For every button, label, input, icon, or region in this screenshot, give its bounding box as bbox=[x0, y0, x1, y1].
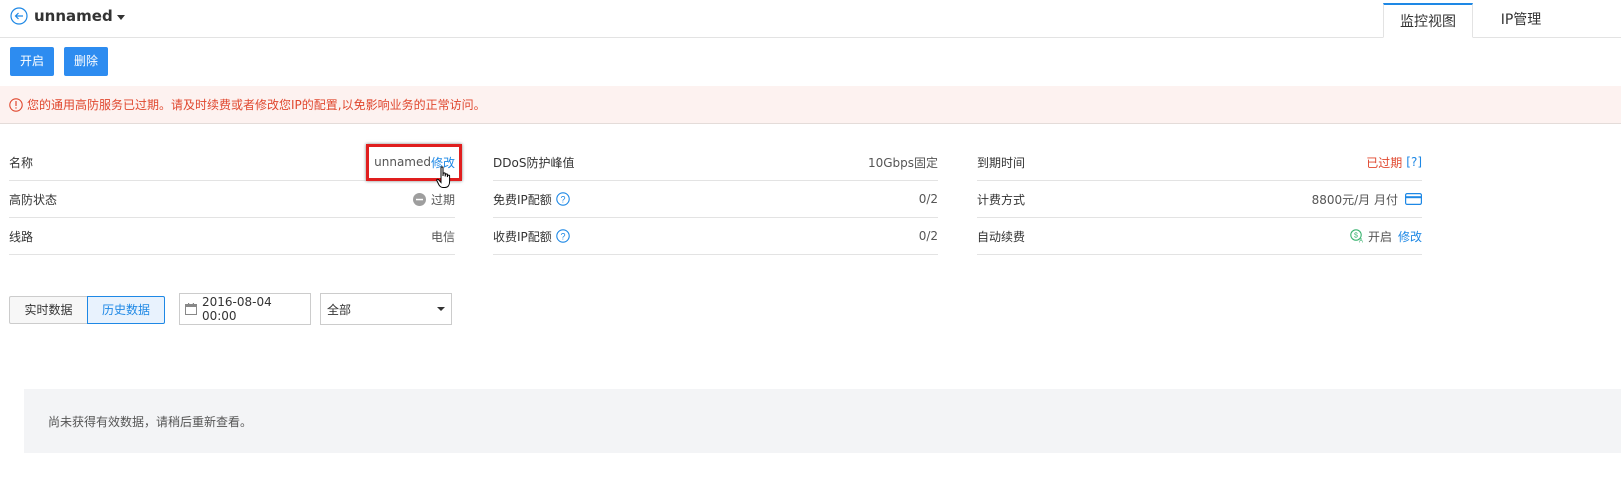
free-ip-value: 0/2 bbox=[918, 192, 938, 206]
filter-select[interactable]: 全部 bbox=[320, 293, 452, 325]
free-ip-label: 免费IP配额 bbox=[493, 192, 552, 207]
billing-label: 计费方式 bbox=[977, 192, 1026, 207]
info-row-line: 线路 电信 bbox=[9, 218, 455, 255]
tab-ip-management[interactable]: IP管理 bbox=[1473, 3, 1569, 38]
info-row-ddos-peak: DDoS防护峰值 10Gbps固定 bbox=[493, 144, 938, 181]
chevron-down-icon bbox=[437, 307, 445, 311]
date-picker-input[interactable]: 2016-08-04 00:00 bbox=[179, 293, 311, 325]
expire-value: 已过期 bbox=[1366, 155, 1403, 170]
protect-status-label: 高防状态 bbox=[9, 192, 58, 207]
auto-renew-value: 开启 bbox=[1367, 229, 1392, 244]
realtime-data-toggle[interactable]: 实时数据 bbox=[9, 296, 88, 324]
minus-circle-icon bbox=[412, 192, 426, 206]
ddos-peak-label: DDoS防护峰值 bbox=[493, 155, 575, 170]
chevron-down-icon bbox=[116, 15, 125, 20]
svg-text:$: $ bbox=[1354, 233, 1358, 240]
ddos-peak-value: 10Gbps固定 bbox=[867, 155, 938, 170]
filter-select-value: 全部 bbox=[327, 302, 352, 317]
expired-alert: 您的通用高防服务已过期。请及时续费或者修改您IP的配置,以免影响业务的正常访问。 bbox=[0, 86, 1621, 124]
auto-renew-icon: $ A bbox=[1350, 229, 1363, 244]
info-row-protect-status: 高防状态 过期 bbox=[9, 181, 455, 218]
edit-auto-renew-link[interactable]: 修改 bbox=[1398, 228, 1422, 245]
question-circle-icon[interactable]: ? bbox=[556, 192, 570, 206]
date-value: 2016-08-04 00:00 bbox=[201, 295, 272, 323]
hand-pointer-icon bbox=[436, 166, 451, 188]
line-value: 电信 bbox=[430, 229, 455, 244]
svg-text:A: A bbox=[1359, 239, 1363, 244]
protect-status-value: 过期 bbox=[430, 192, 455, 207]
history-data-toggle[interactable]: 历史数据 bbox=[87, 296, 165, 324]
info-row-paid-ip: 收费IP配额 ? 0/2 bbox=[493, 218, 938, 255]
calendar-icon bbox=[185, 303, 197, 315]
expire-label: 到期时间 bbox=[977, 155, 1026, 170]
empty-message: 尚未获得有效数据，请稍后重新查看。 bbox=[48, 414, 253, 429]
svg-text:?: ? bbox=[560, 232, 565, 242]
info-row-free-ip: 免费IP配额 ? 0/2 bbox=[493, 181, 938, 218]
info-row-auto-renew: 自动续费 $ A 开启 修改 bbox=[977, 218, 1422, 255]
billing-value: 8800元/月 月付 bbox=[1311, 192, 1398, 207]
info-row-expire: 到期时间 已过期 [?] bbox=[977, 144, 1422, 181]
name-label: 名称 bbox=[9, 155, 34, 170]
credit-card-icon[interactable] bbox=[1405, 193, 1422, 205]
empty-state-panel: 尚未获得有效数据，请稍后重新查看。 bbox=[24, 389, 1621, 453]
alert-text: 您的通用高防服务已过期。请及时续费或者修改您IP的配置,以免影响业务的正常访问。 bbox=[27, 98, 486, 112]
back-arrow-icon[interactable] bbox=[10, 7, 28, 25]
svg-text:?: ? bbox=[560, 195, 565, 205]
paid-ip-value: 0/2 bbox=[918, 229, 938, 243]
info-circle-icon bbox=[9, 97, 23, 112]
instance-title: unnamed bbox=[34, 7, 113, 25]
line-label: 线路 bbox=[9, 229, 34, 244]
info-row-billing: 计费方式 8800元/月 月付 bbox=[977, 181, 1422, 218]
instance-title-dropdown[interactable]: unnamed bbox=[34, 6, 125, 26]
open-button[interactable]: 开启 bbox=[10, 47, 54, 76]
auto-renew-label: 自动续费 bbox=[977, 229, 1026, 244]
delete-button[interactable]: 删除 bbox=[64, 47, 108, 76]
tab-monitor-view[interactable]: 监控视图 bbox=[1383, 3, 1473, 38]
paid-ip-label: 收费IP配额 bbox=[493, 229, 552, 244]
question-circle-icon[interactable]: ? bbox=[556, 229, 570, 243]
top-header bbox=[0, 0, 1621, 38]
expire-help-link[interactable]: [?] bbox=[1406, 155, 1422, 169]
